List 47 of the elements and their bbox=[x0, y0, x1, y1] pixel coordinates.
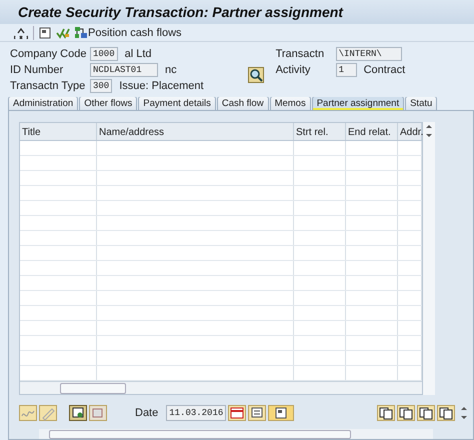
column-header[interactable]: Addr. bbox=[398, 123, 422, 140]
table-settings-icon[interactable] bbox=[69, 405, 87, 421]
input-field[interactable]: 1 bbox=[336, 62, 357, 77]
field-label: Transactn bbox=[276, 48, 326, 60]
tab[interactable]: Administration bbox=[8, 97, 78, 110]
check-icon[interactable] bbox=[56, 26, 70, 39]
horizontal-scrollbar[interactable] bbox=[20, 381, 422, 394]
calendar-icon[interactable] bbox=[228, 405, 246, 421]
horizontal-scrollbar[interactable] bbox=[39, 429, 433, 439]
field-description: Contract bbox=[362, 64, 406, 76]
column-header[interactable]: Strt rel. bbox=[294, 123, 346, 140]
tab[interactable]: Memos bbox=[270, 97, 311, 110]
document-icon[interactable] bbox=[268, 405, 294, 421]
document-icon[interactable] bbox=[248, 405, 266, 421]
column-header[interactable]: End relat. bbox=[346, 123, 398, 140]
column-header[interactable]: Name/address bbox=[97, 123, 294, 140]
copy-icon[interactable] bbox=[377, 405, 395, 421]
tab[interactable]: Partner assignment bbox=[312, 97, 404, 110]
date-label: Date bbox=[135, 407, 158, 419]
column-header[interactable]: Title bbox=[20, 123, 97, 140]
tab[interactable]: Payment details bbox=[138, 97, 216, 110]
position-cash-flows-button[interactable]: Position cash flows bbox=[75, 26, 182, 39]
date-field[interactable]: 11.03.2016 bbox=[166, 405, 226, 421]
field-description: nc bbox=[164, 64, 177, 76]
tab[interactable]: Statu bbox=[405, 97, 438, 110]
copy-icon[interactable] bbox=[397, 405, 415, 421]
hierarchy-icon bbox=[75, 26, 87, 39]
field-label: Company Code bbox=[10, 48, 86, 60]
field-label: Activity bbox=[276, 64, 312, 76]
input-field[interactable]: \INTERN\ bbox=[336, 46, 402, 61]
input-field[interactable]: 300 bbox=[90, 78, 112, 93]
tab[interactable]: Other flows bbox=[79, 97, 138, 110]
window-title: Create Security Transaction: Partner assignment bbox=[18, 4, 343, 20]
field-label: Transactn Type bbox=[10, 80, 86, 92]
vertical-scrollbar[interactable] bbox=[423, 122, 435, 395]
copy-icon[interactable] bbox=[417, 405, 435, 421]
tab[interactable]: Cash flow bbox=[216, 97, 269, 110]
scroll-arrows-icon[interactable] bbox=[426, 124, 432, 138]
input-field[interactable]: NCDLAST01 bbox=[90, 62, 158, 77]
field-label: ID Number bbox=[10, 64, 64, 76]
field-description: Issue: Placement bbox=[118, 80, 204, 92]
document-icon[interactable] bbox=[39, 26, 51, 39]
scroll-arrows-icon[interactable] bbox=[461, 406, 467, 420]
input-field[interactable]: 1000 bbox=[90, 46, 118, 61]
field-description: al Ltd bbox=[124, 48, 152, 60]
search-icon[interactable] bbox=[248, 67, 264, 84]
copy-icon[interactable] bbox=[437, 405, 455, 421]
